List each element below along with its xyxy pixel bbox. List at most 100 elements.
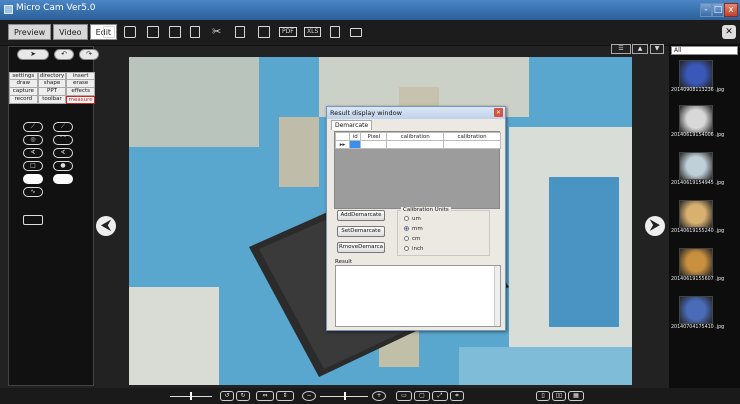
arrow-left-icon[interactable]: ⮜ [96,216,116,236]
menu-draw[interactable]: draw [9,80,38,88]
result-textarea[interactable] [335,265,501,327]
radio-um[interactable]: um [404,216,421,222]
zoom-out-icon[interactable]: − [302,391,316,401]
tools-icon[interactable]: ✕ [722,25,736,39]
maximize-button[interactable]: □ [712,3,724,17]
radio-cm[interactable]: cm [404,236,420,242]
flip-horizontal-icon[interactable]: ⇔ [256,391,274,401]
add-demarcate-button[interactable]: AddDemarcate [337,210,385,221]
layout-single-icon[interactable]: ▯ [536,391,550,401]
thumbnail[interactable] [679,248,713,276]
flip-vertical-icon[interactable]: ⇕ [276,391,294,401]
list-view-icon[interactable]: ☰ [611,44,631,54]
menu-shape[interactable]: shape [37,80,67,88]
column-header-calibration[interactable]: calibration [386,132,445,141]
menu-erase[interactable]: erase [66,80,96,88]
tab-video[interactable]: Video [53,24,88,40]
brightness-slider-handle[interactable] [344,392,346,400]
fit-icon[interactable]: ▭ [396,391,412,401]
tab-preview[interactable]: Preview [8,24,52,40]
radio-inch[interactable]: inch [404,246,424,252]
mode-tabs: Preview Video Edit [8,24,118,40]
cursor-icon[interactable]: ➤ [17,49,49,60]
gallery-filter-select[interactable]: All [671,46,738,55]
dialog-close-icon[interactable]: ✕ [494,108,503,117]
table-row[interactable]: ▸▸ [335,140,501,149]
layout-double-icon[interactable]: ▯▯ [552,391,566,401]
app-icon [4,5,13,14]
line-measure-icon[interactable]: ⟋ [23,122,43,132]
thumbnail-view-icon[interactable]: ▲ [632,44,648,54]
zoom-slider-handle[interactable] [190,392,192,400]
radio-mm[interactable]: mm [404,226,423,232]
table-cell[interactable] [443,140,501,149]
thumbnail[interactable] [679,60,713,88]
arc-measure-icon[interactable]: ⌒ [53,135,73,145]
menu-directory[interactable]: directory [37,72,67,80]
minimize-button[interactable]: - [700,3,712,17]
trash-icon[interactable] [330,26,340,38]
menu-toolbar[interactable]: toolbar [37,96,67,104]
sort-icon[interactable]: ▼ [650,44,664,54]
measure-tools: ⟋ ⟋ ◎ ⌒ ∢ ∢ □ ● ∿ [23,122,73,197]
column-header-calibration[interactable]: calibration [443,132,501,141]
cut-icon[interactable]: ✂ [212,26,224,38]
rectangle-icon[interactable]: □ [23,161,43,171]
close-button[interactable]: x [724,3,738,17]
zoom-in-icon[interactable]: + [372,391,386,401]
redo-icon[interactable]: ↷ [79,49,99,60]
copy-icon[interactable] [235,26,245,38]
thumbnail-label: 20140704175410 .jpg [671,325,725,330]
undo-icon[interactable]: ↶ [54,49,74,60]
set-demarcate-button[interactable]: SetDemarcate [337,226,385,237]
thumbnail[interactable] [679,105,713,133]
menu-record[interactable]: record [9,96,38,104]
menu-settings[interactable]: settings [9,72,38,80]
save-icon[interactable] [147,26,159,38]
scale-bar-icon[interactable] [23,215,43,225]
triangle-angle-icon[interactable]: ∢ [23,148,43,158]
folder-icon[interactable] [124,26,136,38]
menu-capture[interactable]: capture [9,88,38,96]
menu-measure[interactable]: measure [66,96,96,104]
thumbnail[interactable] [679,296,713,324]
actual-size-icon[interactable]: ▢ [414,391,430,401]
rotate-left-icon[interactable]: ↺ [220,391,234,401]
mail-icon[interactable] [350,28,362,37]
table-cell[interactable] [360,140,388,149]
table-cell[interactable] [348,140,362,149]
menu-ppt[interactable]: PPT [37,88,67,96]
fullscreen-icon[interactable]: ⤢ [432,391,448,401]
tab-demarcate[interactable]: Demarcate [331,120,373,130]
print-icon[interactable] [258,26,270,38]
circle-measure-icon[interactable]: ◎ [23,135,43,145]
crop-icon[interactable]: ⌗ [450,391,464,401]
menu-insert[interactable]: insert [66,72,96,80]
result-scrollbar[interactable] [494,266,500,326]
calibration-units-label: Calibration Units [401,207,451,213]
table-cell[interactable] [386,140,445,149]
rotate-right-icon[interactable]: ↻ [236,391,250,401]
menu-effects[interactable]: effects [66,88,96,96]
main-toolbar: Preview Video Edit ✂ PDF XLS ✕ [0,20,740,46]
open-folder-icon[interactable] [103,26,115,38]
arrow-right-icon[interactable]: ⮞ [645,216,665,236]
radio-dot [404,246,409,251]
document-icon[interactable] [190,26,200,38]
save-as-icon[interactable] [169,26,181,38]
remove-demarcate-button[interactable]: RmoveDemarca [337,242,385,253]
angle-measure-icon[interactable]: ⟋ [53,122,73,132]
radio-dot [404,226,409,231]
ellipse-outline-icon[interactable] [23,174,43,184]
column-header-pixel[interactable]: Pixel [360,132,388,141]
circle-fill-icon[interactable]: ● [53,161,73,171]
layout-grid-icon[interactable]: ▦ [568,391,584,401]
thumbnail[interactable] [679,200,713,228]
xls-export-icon[interactable]: XLS [304,27,322,37]
pdf-export-icon[interactable]: PDF [279,27,297,37]
polyline-icon[interactable]: ∿ [23,187,43,197]
angle2-icon[interactable]: ∢ [53,148,73,158]
thumbnail[interactable] [679,152,713,180]
ellipse-fill-icon[interactable] [53,174,73,184]
column-header-id[interactable]: id [348,132,362,141]
